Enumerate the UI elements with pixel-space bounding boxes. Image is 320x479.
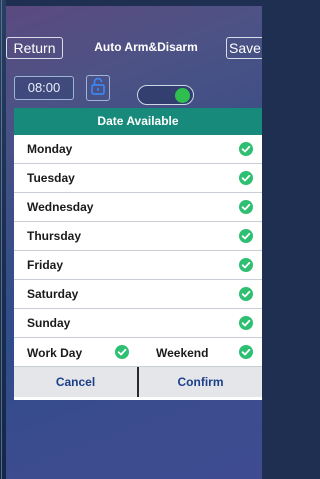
weekend-label: Weekend bbox=[156, 346, 209, 360]
day-label: Saturday bbox=[27, 287, 79, 301]
checkmark-icon[interactable] bbox=[239, 171, 253, 185]
page-title: Auto Arm&Disarm bbox=[94, 40, 198, 54]
checkmark-icon[interactable] bbox=[239, 142, 253, 156]
cancel-button[interactable]: Cancel bbox=[14, 367, 137, 397]
day-row-tuesday[interactable]: Tuesday bbox=[14, 164, 262, 193]
checkmark-icon[interactable] bbox=[239, 287, 253, 301]
confirm-button[interactable]: Confirm bbox=[139, 367, 262, 397]
toggle-knob bbox=[175, 88, 190, 103]
day-row-saturday[interactable]: Saturday bbox=[14, 280, 262, 309]
day-label: Monday bbox=[27, 142, 73, 156]
screen: Return Auto Arm&Disarm Save 08:00 Date A… bbox=[6, 6, 262, 479]
day-label: Thursday bbox=[27, 229, 82, 243]
work-day-label: Work Day bbox=[27, 346, 83, 360]
day-row-monday[interactable]: Monday bbox=[14, 135, 262, 164]
day-row-sunday[interactable]: Sunday bbox=[14, 309, 262, 338]
day-label: Friday bbox=[27, 258, 64, 272]
day-row-thursday[interactable]: Thursday bbox=[14, 222, 262, 251]
checkmark-icon[interactable] bbox=[239, 229, 253, 243]
date-available-dialog: Date Available Monday Tuesday Wednesday … bbox=[14, 108, 262, 400]
time-field[interactable]: 08:00 bbox=[14, 76, 74, 100]
dialog-title: Date Available bbox=[14, 108, 262, 135]
arm-toggle[interactable] bbox=[137, 85, 194, 105]
checkmark-icon[interactable] bbox=[239, 258, 253, 272]
checkmark-icon[interactable] bbox=[239, 316, 253, 330]
day-label: Wednesday bbox=[27, 200, 94, 214]
day-label: Tuesday bbox=[27, 171, 75, 185]
quick-select-row: Work Day Weekend bbox=[14, 338, 262, 367]
day-row-wednesday[interactable]: Wednesday bbox=[14, 193, 262, 222]
save-button[interactable]: Save bbox=[226, 37, 262, 59]
checkmark-icon[interactable] bbox=[115, 345, 129, 359]
checkmark-icon[interactable] bbox=[239, 345, 253, 359]
day-label: Sunday bbox=[27, 316, 71, 330]
checkmark-icon[interactable] bbox=[239, 200, 253, 214]
top-bar: Return Auto Arm&Disarm Save bbox=[6, 6, 262, 68]
lock-open-icon bbox=[91, 77, 105, 100]
day-row-friday[interactable]: Friday bbox=[14, 251, 262, 280]
dialog-actions: Cancel Confirm bbox=[14, 367, 262, 397]
lock-button[interactable] bbox=[86, 75, 110, 101]
return-button[interactable]: Return bbox=[6, 37, 63, 59]
